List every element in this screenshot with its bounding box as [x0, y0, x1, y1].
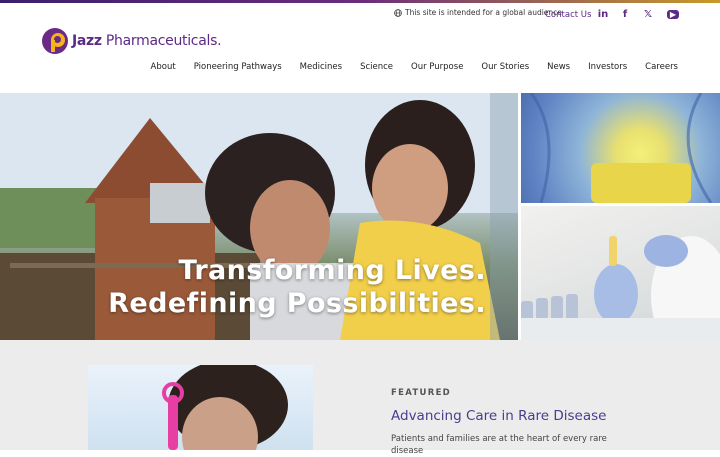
- nav-about[interactable]: About: [151, 62, 176, 72]
- x-icon[interactable]: 𝕏: [642, 8, 654, 20]
- main-nav: About Pioneering Pathways Medicines Scie…: [133, 62, 678, 72]
- logo-wordmark: Jazz Pharmaceuticals.: [72, 33, 222, 49]
- featured-photo-illustration: [162, 365, 288, 450]
- hero-headline: Transforming Lives. Redefining Possibili…: [0, 254, 486, 320]
- featured-body: Patients and families are at the heart o…: [391, 434, 607, 456]
- featured-title-link[interactable]: Advancing Care in Rare Disease: [391, 408, 606, 424]
- nav-science[interactable]: Science: [360, 62, 393, 72]
- hero-photo-lab-vials: [521, 206, 720, 340]
- featured-section: FEATURED Advancing Care in Rare Disease …: [0, 340, 720, 456]
- hero-line-1: Transforming Lives.: [178, 255, 486, 286]
- hero-photo-lab-tube: [521, 93, 720, 203]
- nav-medicines[interactable]: Medicines: [300, 62, 342, 72]
- logo-dot: .: [217, 33, 222, 49]
- site-header: This site is intended for a global audie…: [0, 3, 720, 93]
- lab-tube-illustration: [529, 93, 713, 203]
- logo-name-rest: Pharmaceuticals: [101, 33, 218, 49]
- nav-careers[interactable]: Careers: [645, 62, 678, 72]
- global-notice-text: This site is intended for a global audie…: [405, 8, 562, 17]
- linkedin-icon[interactable]: in: [597, 8, 609, 20]
- globe-icon: [394, 8, 402, 17]
- global-notice: This site is intended for a global audie…: [394, 8, 562, 17]
- nav-our-stories[interactable]: Our Stories: [481, 62, 529, 72]
- featured-photo-girl[interactable]: [88, 365, 313, 450]
- logo-mark-icon: [42, 28, 68, 54]
- youtube-icon[interactable]: ▶: [667, 10, 679, 19]
- hero-line-2: Redefining Possibilities.: [108, 288, 486, 319]
- jazz-logo[interactable]: Jazz Pharmaceuticals.: [42, 28, 222, 54]
- lab-vials-illustration: [521, 235, 720, 340]
- nav-pioneering-pathways[interactable]: Pioneering Pathways: [194, 62, 282, 72]
- contact-us-link[interactable]: Contact Us: [545, 10, 591, 20]
- facebook-icon[interactable]: f: [619, 8, 631, 20]
- featured-eyebrow: FEATURED: [391, 388, 452, 398]
- nav-our-purpose[interactable]: Our Purpose: [411, 62, 463, 72]
- logo-name-bold: Jazz: [72, 33, 102, 49]
- nav-news[interactable]: News: [547, 62, 570, 72]
- nav-investors[interactable]: Investors: [588, 62, 627, 72]
